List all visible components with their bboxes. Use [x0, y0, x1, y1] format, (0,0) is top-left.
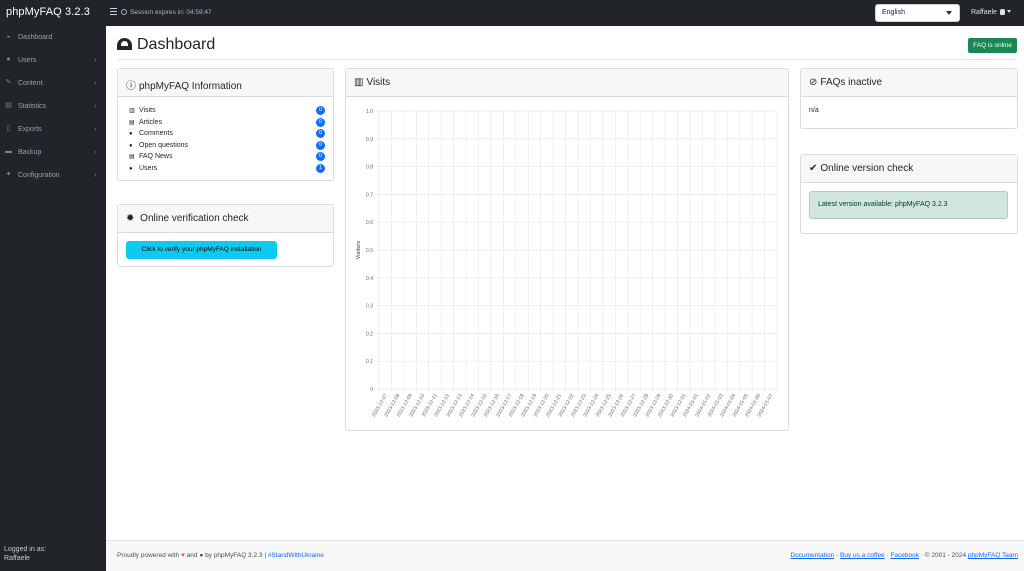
y-tick-label: 0.1 [366, 359, 373, 365]
ban-icon: ⊘ [809, 77, 818, 88]
sidebar-item-dashboard[interactable]: ◒ Dashboard [0, 28, 106, 48]
sidebar-item-content[interactable]: ✎ Content › [0, 74, 106, 94]
y-tick-label: 0.6 [366, 220, 373, 226]
divider [117, 59, 1017, 60]
info-card: ⓘ phpMyFAQ Information ▥ Visits 0 ▤ Articles… [117, 68, 334, 181]
list-item[interactable]: ▤ Articles 0 [129, 117, 325, 129]
comments-icon: ● [129, 131, 133, 138]
card-header: ✹ Online verification check [118, 205, 333, 233]
count-badge: 0 [316, 152, 325, 162]
card-header: ✔ Online version check [801, 155, 1017, 183]
chart-icon: ▥ [354, 77, 364, 88]
user-menu[interactable]: Raffaele [971, 9, 1011, 16]
standwithukraine-link[interactable]: #StandWithUkraine [268, 552, 324, 559]
question-icon: ● [129, 142, 133, 149]
list-item[interactable]: ● Comments 0 [129, 128, 325, 140]
download-icon: ▬ [5, 148, 12, 155]
facebook-link[interactable]: Facebook [890, 552, 919, 559]
sidebar-toggle-icon[interactable] [110, 8, 117, 15]
session-timer: Session expires in: 04:59:47 [121, 9, 212, 16]
card-header: ⓘ phpMyFAQ Information [118, 69, 333, 97]
y-tick-label: 0 [370, 387, 373, 393]
sidebar-item-statistics[interactable]: ▤ Statistics › [0, 97, 106, 117]
team-link[interactable]: phpMyFAQ Team [968, 552, 1018, 559]
count-badge: 1 [316, 163, 325, 173]
chart-icon: ▥ [129, 108, 135, 114]
y-tick-label: 1.0 [366, 109, 373, 115]
chevron-right-icon: › [94, 103, 97, 110]
main-content: Dashboard FAQ is online ⓘ phpMyFAQ Inform… [106, 26, 1024, 571]
count-badge: 0 [316, 117, 325, 127]
card-header: ▥ Visits [346, 69, 788, 97]
footer-links: Documentation · Buy us a coffee · Facebo… [790, 552, 1018, 559]
inactive-faqs-value: n/a [809, 107, 819, 114]
y-tick-label: 0.4 [366, 276, 373, 282]
user-icon [999, 9, 1005, 15]
news-icon: ▤ [129, 154, 135, 161]
visits-chart: 00.10.20.30.40.50.60.70.80.91.02023-12-0… [356, 109, 778, 418]
list-item[interactable]: ● Users 1 [129, 163, 325, 175]
documentation-link[interactable]: Documentation [790, 552, 834, 559]
list-item[interactable]: ▤ FAQ News 0 [129, 151, 325, 163]
users-icon: ● [6, 56, 11, 63]
heart-icon: ♥ [180, 552, 185, 559]
y-tick-label: 0.5 [366, 248, 373, 254]
list-icon: ▤ [129, 119, 135, 126]
version-check-card: ✔ Online version check Latest version ava… [800, 154, 1018, 234]
sidebar-item-users[interactable]: ● Users › [0, 51, 106, 71]
top-navbar: phpMyFAQ 3.2.3 Session expires in: 04:59… [0, 0, 1024, 26]
certificate-icon: ✹ [126, 213, 135, 224]
count-badge: 0 [316, 106, 325, 115]
sidebar: ◒ Dashboard ● Users › ✎ Content › ▤ Stat… [0, 26, 106, 571]
chevron-right-icon: › [94, 126, 97, 133]
dashboard-icon: ◒ [6, 33, 11, 40]
y-tick-label: 0.8 [366, 165, 373, 171]
count-badge: 0 [316, 129, 325, 139]
brand-logo[interactable]: phpMyFAQ 3.2.3 [6, 6, 90, 18]
table-icon: ▤ [5, 102, 12, 109]
chevron-right-icon: › [94, 80, 97, 87]
edit-icon: ✎ [5, 79, 12, 86]
y-axis-label: Visitors [356, 241, 362, 259]
inactive-faqs-card: ⊘ FAQs inactive n/a [800, 68, 1018, 129]
list-item[interactable]: ▥ Visits 0 [129, 105, 325, 117]
count-badge: 0 [316, 140, 325, 150]
check-icon: ✔ [809, 163, 818, 174]
verification-card: ✹ Online verification check Click to ver… [117, 204, 334, 267]
y-tick-label: 0.3 [366, 304, 373, 310]
info-list: ▥ Visits 0 ▤ Articles 0 ● Comments 0 ● Open que… [129, 105, 325, 175]
y-tick-label: 0.9 [366, 137, 373, 143]
users-icon: ● [129, 165, 133, 172]
file-icon: ▯ [6, 125, 11, 132]
y-tick-label: 0.7 [366, 192, 373, 198]
footer-credits: Proudly powered with ♥ and ● by phpMyFAQ… [117, 552, 324, 559]
status-badge: FAQ is online [968, 38, 1017, 53]
verify-button[interactable]: Click to verify your phpMyFAQ installati… [126, 241, 277, 259]
sidebar-item-exports[interactable]: ▯ Exports › [0, 120, 106, 140]
sidebar-item-backup[interactable]: ▬ Backup › [0, 143, 106, 163]
chevron-right-icon: › [94, 149, 97, 156]
list-item[interactable]: ● Open questions 0 [129, 140, 325, 152]
coffee-icon: ● [199, 552, 204, 559]
chevron-down-icon [946, 11, 952, 15]
chevron-right-icon: › [94, 172, 97, 179]
logged-in-info: Logged in as: Raffaele [4, 546, 47, 562]
footer: Proudly powered with ♥ and ● by phpMyFAQ… [106, 540, 1024, 571]
chevron-right-icon: › [94, 57, 97, 64]
y-tick-label: 0.2 [366, 331, 373, 337]
card-header: ⊘ FAQs inactive [801, 69, 1017, 97]
wrench-icon: ✦ [5, 171, 12, 178]
page-title: Dashboard [117, 36, 215, 54]
info-icon: ⓘ [126, 81, 136, 92]
gauge-icon [117, 38, 132, 50]
clock-icon [121, 9, 127, 15]
caret-down-icon [1006, 10, 1011, 13]
buy-coffee-link[interactable]: Buy us a coffee [840, 552, 885, 559]
sidebar-item-configuration[interactable]: ✦ Configuration › [0, 166, 106, 186]
version-alert: Latest version available: phpMyFAQ 3.2.3 [809, 191, 1008, 219]
visits-card: ▥ Visits 0 0.1 0.2 0.3 0.4 0.5 0.6 0.7 0.8 0.9 1.0 2… [345, 68, 789, 431]
language-select[interactable]: English [875, 4, 960, 22]
